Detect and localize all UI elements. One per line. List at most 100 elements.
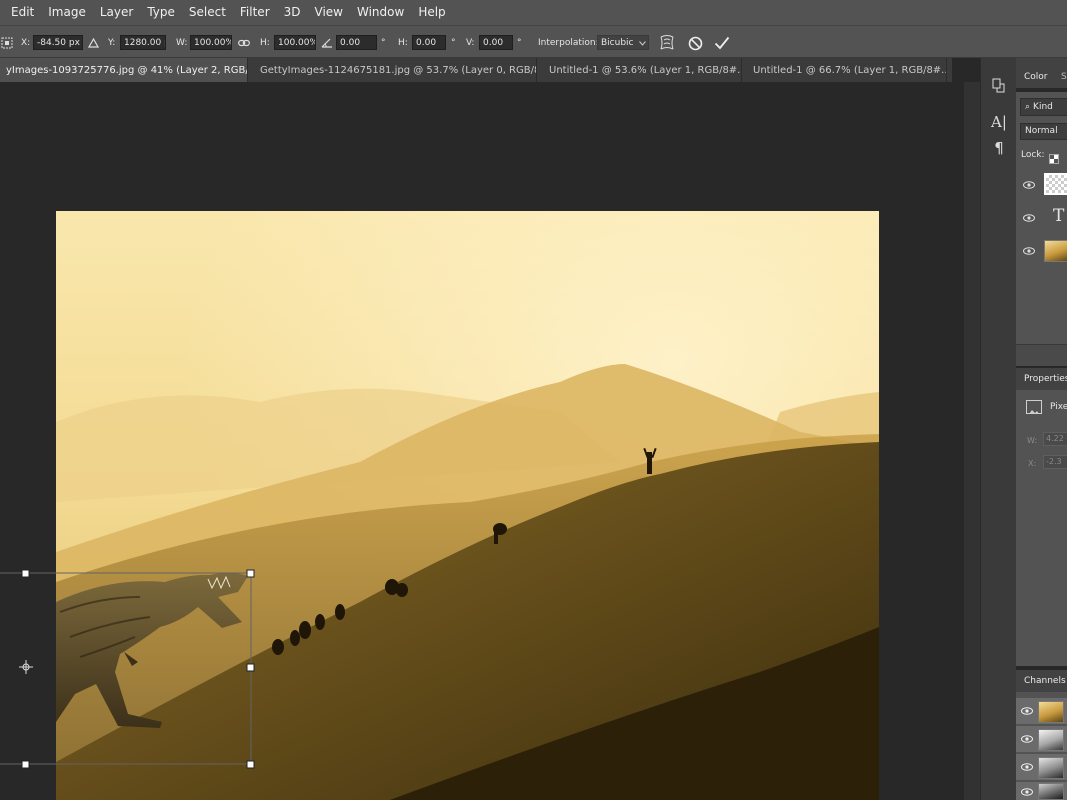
- paragraph-icon[interactable]: ¶: [987, 138, 1011, 158]
- layers-panel: ⌕ Kind Normal Lock: T: [1016, 92, 1067, 366]
- layer-thumbnail: [1044, 240, 1067, 262]
- tab-title: yImages-1093725776.jpg @ 41% (Layer 2, R…: [6, 64, 248, 76]
- h-field[interactable]: 100.00%: [274, 35, 316, 50]
- layer-row-dinosaur[interactable]: [1016, 170, 1067, 200]
- channel-thumbnail: [1038, 783, 1064, 800]
- warp-icon[interactable]: [658, 33, 676, 52]
- color-panel-header: Color S: [1016, 58, 1067, 88]
- hskew-field[interactable]: 0.00: [412, 35, 446, 50]
- channel-row-red[interactable]: [1016, 726, 1067, 752]
- channel-thumbnail: [1038, 729, 1064, 751]
- move-reference-icon[interactable]: [0, 37, 14, 49]
- photo-layer: [56, 211, 879, 800]
- chevron-down-icon: [638, 39, 647, 48]
- document-tab-bar: yImages-1093725776.jpg @ 41% (Layer 2, R…: [0, 58, 952, 82]
- eye-icon[interactable]: [1022, 244, 1036, 258]
- eye-icon[interactable]: [1020, 732, 1034, 746]
- rotate-degree: °: [381, 37, 386, 48]
- canvas-area[interactable]: [0, 82, 964, 800]
- character-icon[interactable]: A|: [987, 112, 1011, 132]
- tab-title: Untitled-1 @ 66.7% (Layer 1, RGB/8#...: [753, 64, 947, 76]
- eye-icon[interactable]: [1022, 211, 1036, 225]
- tab-document-2[interactable]: GettyImages-1124675181.jpg @ 53.7% (Laye…: [254, 58, 537, 82]
- delta-icon[interactable]: [86, 35, 100, 50]
- properties-title: Properties: [1016, 368, 1067, 390]
- transform-handle[interactable]: [246, 569, 255, 578]
- channel-row-rgb[interactable]: [1016, 698, 1067, 724]
- menu-select[interactable]: Select: [182, 0, 233, 25]
- eye-icon[interactable]: [1020, 704, 1034, 718]
- channel-row-blue[interactable]: [1016, 782, 1067, 800]
- transform-handle[interactable]: [246, 663, 255, 672]
- y-label: Y:: [108, 37, 116, 48]
- menu-image[interactable]: Image: [41, 0, 93, 25]
- commit-transform-icon[interactable]: [713, 34, 731, 52]
- kind-label: Kind: [1033, 102, 1053, 112]
- options-bar: X: -84.50 px Y: 1280.00 p W: 100.00% H: …: [0, 25, 1067, 58]
- lock-transparent-icon[interactable]: [1049, 149, 1060, 164]
- w-label: W:: [176, 37, 188, 48]
- layers-footer: [1016, 344, 1067, 366]
- tab-title: Untitled-1 @ 53.6% (Layer 1, RGB/8#...: [549, 64, 742, 76]
- reference-point-icon[interactable]: [19, 660, 33, 674]
- eye-icon[interactable]: [1022, 178, 1036, 192]
- document-canvas[interactable]: [0, 82, 964, 800]
- properties-w-field[interactable]: 4.22: [1043, 432, 1067, 446]
- layer-filter-kind[interactable]: ⌕ Kind: [1020, 98, 1067, 116]
- text-layer-icon: T: [1053, 206, 1065, 226]
- menu-bar: Edit Image Layer Type Select Filter 3D V…: [0, 0, 1067, 25]
- search-icon: ⌕: [1025, 102, 1031, 112]
- menu-filter[interactable]: Filter: [233, 0, 277, 25]
- lock-label: Lock:: [1021, 150, 1045, 160]
- menu-3d[interactable]: 3D: [277, 0, 308, 25]
- tab-document-1[interactable]: yImages-1093725776.jpg @ 41% (Layer 2, R…: [0, 58, 248, 82]
- menu-type[interactable]: Type: [140, 0, 182, 25]
- vskew-field[interactable]: 0.00: [479, 35, 513, 50]
- menu-layer[interactable]: Layer: [93, 0, 140, 25]
- menu-view[interactable]: View: [308, 0, 350, 25]
- h-label: H:: [260, 37, 270, 48]
- properties-type: Pixe: [1050, 402, 1067, 412]
- angle-icon: [320, 35, 334, 50]
- pixel-layer-icon: [1026, 400, 1042, 414]
- hskew-degree: °: [451, 37, 456, 48]
- w-field[interactable]: 100.00%: [190, 35, 232, 50]
- tab-swatches[interactable]: S: [1061, 72, 1067, 82]
- tab-color[interactable]: Color: [1024, 72, 1048, 82]
- history-icon[interactable]: [987, 76, 1011, 96]
- menu-window[interactable]: Window: [350, 0, 411, 25]
- y-field[interactable]: 1280.00 p: [120, 35, 166, 50]
- tab-document-4[interactable]: Untitled-1 @ 66.7% (Layer 1, RGB/8#... ×: [747, 58, 947, 82]
- tab-document-3[interactable]: Untitled-1 @ 53.6% (Layer 1, RGB/8#... ×: [543, 58, 742, 82]
- link-icon[interactable]: [237, 35, 251, 50]
- channel-thumbnail: [1038, 757, 1064, 779]
- channel-thumbnail: [1038, 701, 1064, 723]
- tab-title: GettyImages-1124675181.jpg @ 53.7% (Laye…: [260, 64, 537, 76]
- layer-thumbnail: [1044, 173, 1067, 195]
- transform-handle[interactable]: [246, 760, 255, 769]
- collapsed-panel-dock: A| ¶: [980, 58, 1016, 800]
- cancel-transform-icon[interactable]: [686, 34, 704, 52]
- hskew-label: H:: [398, 37, 408, 48]
- vskew-degree: °: [517, 37, 522, 48]
- interpolation-label: Interpolation:: [538, 37, 599, 48]
- menu-help[interactable]: Help: [411, 0, 452, 25]
- x-field[interactable]: -84.50 px: [33, 35, 83, 50]
- x-label: X:: [21, 37, 31, 48]
- layer-row-text[interactable]: T: [1016, 203, 1067, 233]
- vertical-scrollbar[interactable]: [964, 82, 980, 800]
- eye-icon[interactable]: [1020, 760, 1034, 774]
- vskew-label: V:: [466, 37, 475, 48]
- channels-panel: Channels: [1016, 670, 1067, 800]
- rotate-field[interactable]: 0.00: [336, 35, 377, 50]
- channel-row-green[interactable]: [1016, 754, 1067, 780]
- layer-row-photo[interactable]: [1016, 236, 1067, 266]
- menu-edit[interactable]: Edit: [4, 0, 41, 25]
- properties-panel: Properties Pixe W: 4.22 X: -2.3: [1016, 368, 1067, 666]
- properties-x-label: X:: [1028, 459, 1037, 468]
- eye-icon[interactable]: [1020, 785, 1034, 799]
- blend-mode-select[interactable]: Normal: [1020, 123, 1067, 140]
- transform-handle[interactable]: [21, 760, 30, 769]
- transform-handle[interactable]: [21, 569, 30, 578]
- properties-x-field[interactable]: -2.3: [1043, 455, 1067, 469]
